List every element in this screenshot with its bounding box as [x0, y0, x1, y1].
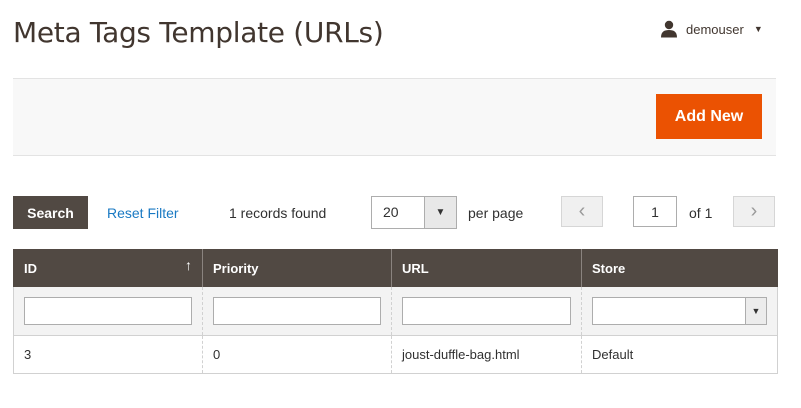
- per-page-value: 20: [383, 204, 399, 220]
- store-filter-select[interactable]: ▼: [592, 296, 767, 325]
- grid-header-row: ID ↑ Priority URL Store: [13, 249, 778, 287]
- cell-store: Default: [581, 335, 778, 374]
- filter-row: ▼: [13, 287, 778, 336]
- cell-id: 3: [13, 335, 203, 374]
- url-filter-input[interactable]: [402, 296, 571, 325]
- records-count: 1 records found: [229, 205, 327, 221]
- column-label: ID: [24, 260, 37, 276]
- filter-cell: [391, 287, 582, 336]
- user-menu[interactable]: demouser ▼: [660, 20, 763, 38]
- chevron-right-icon: ›: [750, 200, 758, 222]
- chevron-down-icon: ▼: [753, 24, 763, 34]
- reset-filter-link[interactable]: Reset Filter: [107, 205, 179, 221]
- id-filter-input[interactable]: [24, 296, 192, 325]
- per-page-label: per page: [468, 205, 524, 221]
- column-label: Priority: [213, 260, 259, 276]
- urls-grid: ID ↑ Priority URL Store ▼ 3 0 joust-duff…: [13, 249, 778, 374]
- add-new-button[interactable]: Add New: [656, 94, 762, 139]
- column-label: Store: [592, 260, 626, 276]
- previous-page-button[interactable]: ‹: [561, 196, 603, 227]
- filter-cell: [13, 287, 203, 336]
- user-name: demouser: [686, 21, 744, 37]
- grid-toolbar: Search Reset Filter 1 records found 20 ▼…: [13, 196, 778, 230]
- cell-url: joust-duffle-bag.html: [391, 335, 582, 374]
- sort-ascending-icon: ↑: [185, 257, 192, 273]
- column-header-id[interactable]: ID ↑: [13, 249, 203, 287]
- total-pages: of 1: [689, 205, 713, 221]
- chevron-left-icon: ‹: [578, 200, 586, 222]
- page-actions-bar: Add New: [13, 78, 776, 156]
- priority-filter-input[interactable]: [213, 296, 381, 325]
- search-button[interactable]: Search: [13, 196, 88, 229]
- per-page-select[interactable]: 20 ▼: [371, 196, 457, 229]
- filter-cell: ▼: [581, 287, 778, 336]
- cell-priority: 0: [202, 335, 392, 374]
- next-page-button[interactable]: ›: [733, 196, 775, 227]
- page-title: Meta Tags Template (URLs): [13, 16, 384, 49]
- table-row[interactable]: 3 0 joust-duffle-bag.html Default: [13, 335, 778, 374]
- current-page-input[interactable]: [633, 196, 677, 227]
- chevron-down-icon: ▼: [424, 197, 456, 228]
- column-label: URL: [402, 260, 429, 276]
- filter-cell: [202, 287, 392, 336]
- column-header-store[interactable]: Store: [581, 249, 778, 287]
- column-header-priority[interactable]: Priority: [202, 249, 392, 287]
- user-icon: [660, 20, 678, 38]
- chevron-down-icon: ▼: [745, 297, 766, 324]
- column-header-url[interactable]: URL: [391, 249, 582, 287]
